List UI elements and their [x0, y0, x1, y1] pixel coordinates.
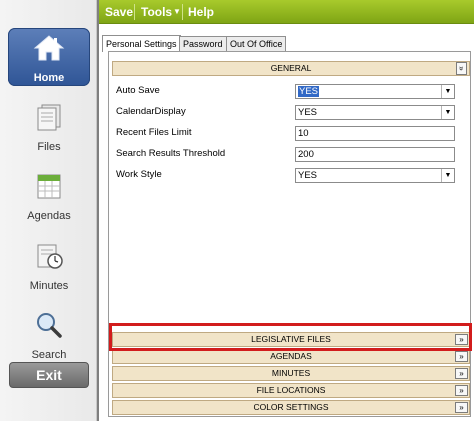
sidebar-item-minutes[interactable]: Minutes [8, 236, 90, 294]
section-minutes[interactable]: MINUTES » [112, 366, 470, 381]
app-window: Home Files Agendas Minutes Search Exit S… [0, 0, 474, 421]
sidebar-divider [97, 0, 99, 421]
chevron-down-icon[interactable]: ▼ [173, 0, 181, 24]
expand-icon[interactable]: » [455, 351, 468, 362]
work-style-label: Work Style [116, 169, 162, 180]
highlight-box [109, 323, 472, 351]
home-icon [33, 35, 65, 61]
section-title: AGENDAS [270, 351, 312, 361]
sidebar-item-agendas[interactable]: Agendas [8, 166, 90, 224]
auto-save-label: Auto Save [116, 85, 160, 96]
section-title: GENERAL [270, 63, 312, 73]
sidebar-item-home[interactable]: Home [8, 28, 90, 86]
sidebar-item-label: Agendas [27, 210, 71, 222]
menu-separator [134, 4, 135, 20]
section-title: COLOR SETTINGS [253, 402, 329, 412]
settings-panel: GENERAL » Auto Save YES ▼ CalendarDispla… [108, 51, 471, 417]
sidebar-item-label: Search [31, 349, 67, 361]
search-results-threshold-label: Search Results Threshold [116, 148, 226, 159]
work-style-value: YES [298, 170, 318, 181]
section-color-settings[interactable]: COLOR SETTINGS » [112, 400, 470, 415]
menu-help[interactable]: Help [188, 0, 214, 24]
section-general[interactable]: GENERAL » [112, 61, 470, 76]
chevron-down-icon[interactable]: ▼ [441, 85, 454, 98]
calendar-display-label: CalendarDisplay [116, 106, 186, 117]
files-icon [37, 104, 61, 131]
expand-icon[interactable]: » [455, 402, 468, 413]
section-title: FILE LOCATIONS [256, 385, 326, 395]
sidebar-item-search[interactable]: Search [8, 305, 90, 363]
auto-save-select[interactable]: YES ▼ [295, 84, 455, 99]
section-file-locations[interactable]: FILE LOCATIONS » [112, 383, 470, 398]
search-results-threshold-input[interactable]: 200 [295, 147, 455, 162]
recent-files-limit-value: 10 [298, 128, 309, 139]
tab-password[interactable]: Password [179, 36, 227, 52]
auto-save-value: YES [298, 86, 320, 97]
calendar-display-select[interactable]: YES ▼ [295, 105, 455, 120]
chevron-down-icon[interactable]: ▼ [441, 106, 454, 119]
section-title: MINUTES [271, 368, 311, 378]
sidebar-item-label: Home [33, 72, 65, 84]
menu-save[interactable]: Save [105, 0, 133, 24]
expand-icon[interactable]: » [455, 368, 468, 379]
menu-separator [182, 4, 183, 20]
tab-out-of-office[interactable]: Out Of Office [226, 36, 287, 52]
minutes-icon [37, 244, 63, 269]
expand-icon[interactable]: » [455, 385, 468, 396]
agendas-icon [37, 174, 61, 199]
search-icon [37, 313, 62, 338]
sidebar-item-label: Files [37, 141, 61, 153]
recent-files-limit-input[interactable]: 10 [295, 126, 455, 141]
section-agendas[interactable]: AGENDAS » [112, 349, 470, 364]
collapse-icon[interactable]: » [456, 62, 467, 75]
calendar-display-value: YES [298, 107, 318, 118]
chevron-down-icon[interactable]: ▼ [441, 169, 454, 182]
sidebar: Home Files Agendas Minutes Search Exit [0, 0, 97, 421]
recent-files-limit-label: Recent Files Limit [116, 127, 192, 138]
menubar: Save Tools ▼ Help [99, 0, 474, 24]
work-style-select[interactable]: YES ▼ [295, 168, 455, 183]
sidebar-item-files[interactable]: Files [8, 97, 90, 155]
exit-button[interactable]: Exit [9, 362, 89, 388]
tab-personal-settings[interactable]: Personal Settings [102, 35, 181, 52]
search-results-threshold-value: 200 [298, 149, 314, 160]
menu-tools[interactable]: Tools [141, 0, 172, 24]
sidebar-item-label: Minutes [29, 280, 69, 292]
